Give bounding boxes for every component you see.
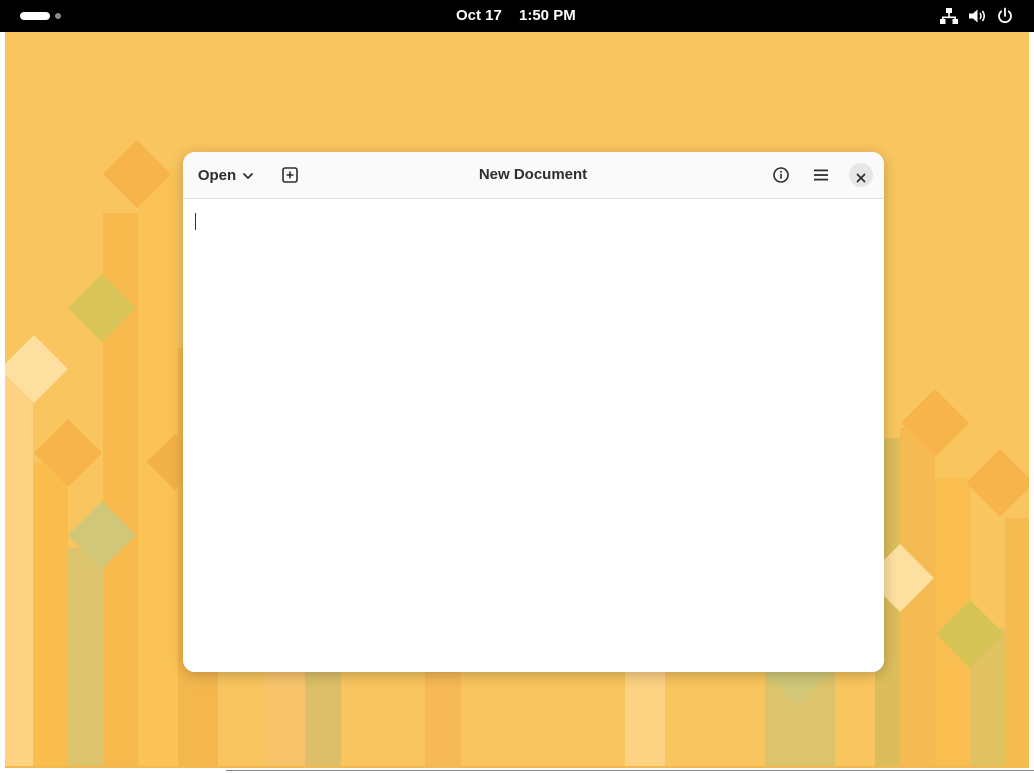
main-menu-button[interactable] [807, 161, 835, 189]
wallpaper-stripe [68, 548, 103, 768]
clock-button[interactable]: Oct 17 1:50 PM [448, 0, 588, 32]
wallpaper-stripe [5, 368, 33, 768]
activities-button[interactable] [14, 4, 68, 28]
screen: Oct 17 1:50 PM Open New Document [0, 0, 1034, 773]
header-bar: Open New Document [183, 152, 884, 199]
new-tab-button[interactable] [276, 161, 304, 189]
new-tab-icon [282, 167, 298, 183]
open-button-label: Open [197, 166, 237, 184]
network-icon [939, 6, 959, 26]
window-title: New Document [478, 166, 588, 183]
document-properties-button[interactable] [767, 161, 795, 189]
info-icon [773, 167, 789, 183]
workspace-indicator-dot [55, 13, 61, 19]
open-button[interactable]: Open [193, 161, 259, 189]
system-menu-button[interactable] [934, 0, 1028, 32]
top-bar: Oct 17 1:50 PM [0, 0, 1034, 32]
text-editor-area[interactable] [183, 199, 884, 672]
wallpaper-stripe [425, 672, 461, 768]
text-cursor [195, 213, 196, 230]
close-icon [856, 170, 866, 183]
volume-icon [967, 6, 987, 26]
wallpaper-stripe [33, 463, 68, 768]
wallpaper-diamond [966, 449, 1029, 517]
workspace-indicator-active [20, 12, 50, 20]
screen-bottom-line [226, 770, 1034, 771]
desktop-bottom-edge [5, 766, 1029, 768]
wallpaper-stripe [265, 672, 305, 768]
clock-date: Oct 17 [456, 7, 502, 24]
clock-time: 1:50 PM [519, 7, 576, 24]
power-icon [995, 6, 1015, 26]
menu-icon [813, 167, 829, 183]
close-button[interactable] [849, 163, 873, 187]
wallpaper-stripe [625, 672, 665, 768]
wallpaper-stripe [1005, 518, 1029, 768]
chevron-down-icon [242, 169, 254, 181]
wallpaper-stripe [305, 672, 341, 768]
text-editor-window: Open New Document [183, 152, 884, 672]
